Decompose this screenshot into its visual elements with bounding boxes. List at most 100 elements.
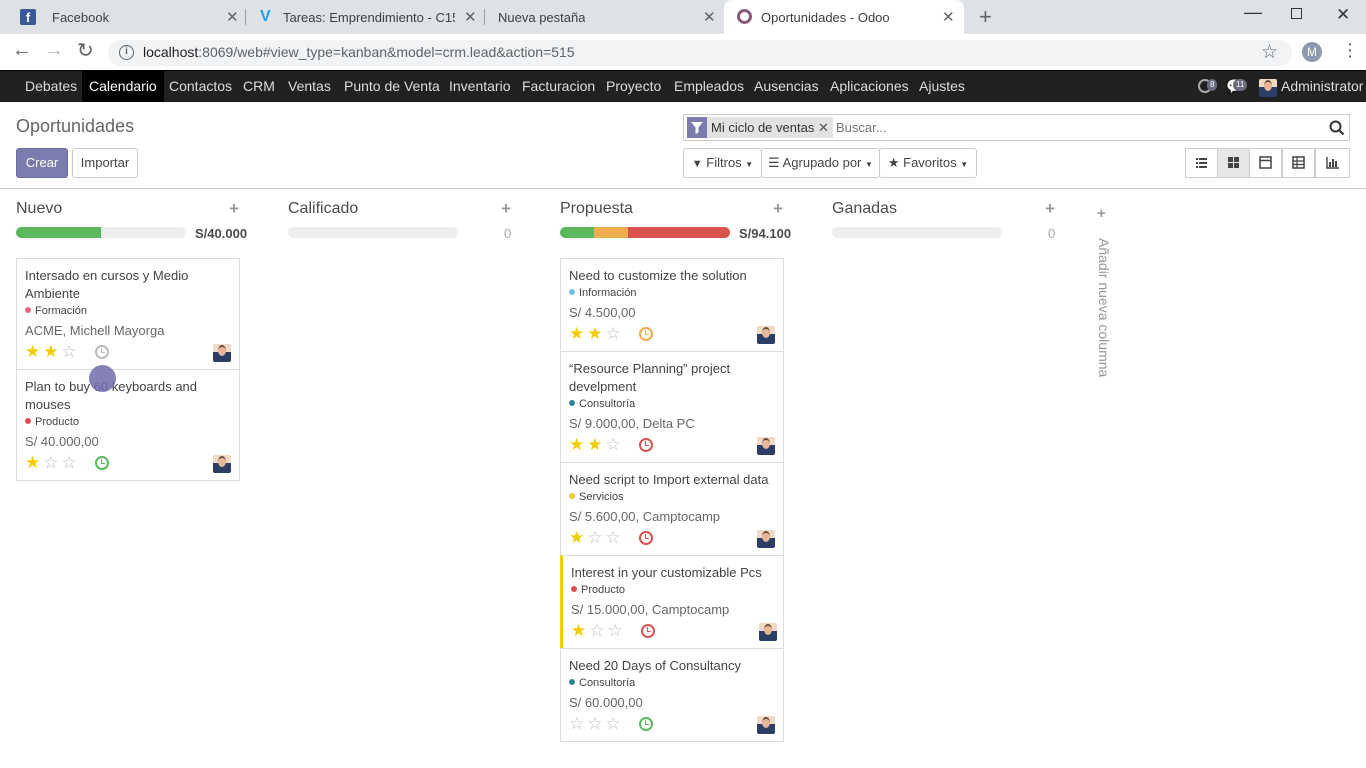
activity-clock-icon[interactable] — [641, 624, 655, 638]
browser-menu-icon[interactable]: ⋮ — [1341, 40, 1359, 60]
priority-star-icon[interactable]: ★ — [43, 342, 61, 361]
browser-tab-facebook[interactable]: f Facebook ✕ — [8, 0, 244, 34]
close-window-icon[interactable]: ✕ — [1336, 5, 1350, 25]
assignee-avatar[interactable] — [757, 716, 775, 734]
add-column-icon[interactable]: + — [1097, 205, 1106, 222]
priority-star-icon[interactable]: ☆ — [608, 621, 626, 640]
menu-ajustes[interactable]: Ajustes — [919, 71, 965, 102]
column-progress-bar[interactable] — [560, 227, 730, 238]
filters-button[interactable]: ▼ Filtros ▼ — [683, 148, 762, 178]
assignee-avatar[interactable] — [213, 455, 231, 473]
back-icon[interactable]: ← — [12, 39, 32, 62]
assignee-avatar[interactable] — [759, 623, 777, 641]
menu-debates[interactable]: Debates — [25, 71, 77, 102]
activity-clock-icon[interactable] — [639, 327, 653, 341]
quick-create-icon[interactable]: + — [773, 199, 783, 219]
column-progress-bar[interactable] — [16, 227, 186, 238]
search-icon[interactable] — [1329, 120, 1345, 136]
priority-star-icon[interactable]: ★ — [25, 342, 43, 361]
close-icon[interactable]: ✕ — [464, 8, 477, 26]
activity-clock-icon[interactable] — [95, 345, 109, 359]
priority-star-icon[interactable]: ★ — [571, 621, 589, 640]
facet-remove-icon[interactable]: ✕ — [818, 117, 829, 138]
menu-crm[interactable]: CRM — [243, 71, 275, 102]
user-avatar[interactable] — [1259, 79, 1277, 97]
kanban-card[interactable]: Need script to Import external data Servi… — [560, 462, 784, 556]
reload-icon[interactable]: ↻ — [77, 38, 94, 63]
user-menu[interactable]: Administrator — [1281, 71, 1363, 102]
profile-avatar[interactable]: M — [1302, 42, 1322, 62]
menu-calendario[interactable]: Calendario — [82, 71, 164, 102]
kanban-card[interactable]: “Resource Planning” project develpment Co… — [560, 351, 784, 463]
priority-star-icon[interactable]: ☆ — [62, 342, 80, 361]
list-view-button[interactable] — [1185, 148, 1218, 178]
priority-star-icon[interactable]: ☆ — [587, 528, 605, 547]
search-facet[interactable]: Mi ciclo de ventas ✕ — [687, 117, 833, 138]
browser-tab-odoo[interactable]: Oportunidades - Odoo ✕ — [724, 0, 964, 34]
import-button[interactable]: Importar — [72, 148, 138, 178]
priority-star-icon[interactable]: ★ — [569, 528, 587, 547]
menu-facturacion[interactable]: Facturacion — [522, 71, 595, 102]
kanban-card[interactable]: Interest in your customizable Pcs Product… — [560, 555, 784, 649]
create-button[interactable]: Crear — [16, 148, 68, 178]
progress-segment[interactable] — [16, 227, 101, 238]
priority-star-icon[interactable]: ☆ — [43, 453, 61, 472]
activity-clock-icon[interactable] — [95, 456, 109, 470]
kanban-card[interactable]: Need 20 Days of Consultancy Consultoría S/… — [560, 648, 784, 742]
assignee-avatar[interactable] — [213, 344, 231, 362]
priority-star-icon[interactable]: ☆ — [606, 324, 624, 343]
browser-tab-nueva[interactable]: Nueva pestaña ✕ — [485, 0, 723, 34]
graph-view-button[interactable] — [1315, 148, 1350, 178]
pivot-view-button[interactable] — [1282, 148, 1315, 178]
activity-clock-icon[interactable] — [639, 438, 653, 452]
bookmark-star-icon[interactable]: ☆ — [1261, 41, 1278, 64]
priority-star-icon[interactable]: ☆ — [587, 714, 605, 733]
menu-empleados[interactable]: Empleados — [674, 71, 744, 102]
priority-star-icon[interactable]: ★ — [587, 324, 605, 343]
minimize-icon[interactable]: — — [1244, 2, 1262, 23]
activity-clock-icon[interactable] — [639, 531, 653, 545]
column-progress-bar[interactable] — [288, 227, 458, 238]
priority-star-icon[interactable]: ★ — [569, 324, 587, 343]
add-column-label[interactable]: Añadir nueva columna — [1096, 238, 1112, 377]
close-icon[interactable]: ✕ — [226, 8, 239, 26]
assignee-avatar[interactable] — [757, 437, 775, 455]
progress-segment[interactable] — [594, 227, 628, 238]
menu-ausencias[interactable]: Ausencias — [754, 71, 819, 102]
quick-create-icon[interactable]: + — [229, 199, 239, 219]
priority-star-icon[interactable]: ★ — [25, 453, 43, 472]
menu-aplicaciones[interactable]: Aplicaciones — [830, 71, 909, 102]
close-icon[interactable]: ✕ — [942, 8, 955, 26]
menu-inventario[interactable]: Inventario — [449, 71, 510, 102]
info-icon[interactable]: i — [119, 45, 134, 60]
restore-icon[interactable] — [1291, 8, 1302, 19]
menu-punto-de-venta[interactable]: Punto de Venta — [344, 71, 440, 102]
quick-create-icon[interactable]: + — [501, 199, 511, 219]
menu-proyecto[interactable]: Proyecto — [606, 71, 661, 102]
menu-ventas[interactable]: Ventas — [288, 71, 331, 102]
priority-star-icon[interactable]: ☆ — [606, 528, 624, 547]
progress-segment[interactable] — [560, 227, 594, 238]
priority-star-icon[interactable]: ☆ — [606, 714, 624, 733]
priority-star-icon[interactable]: ☆ — [569, 714, 587, 733]
assignee-avatar[interactable] — [757, 530, 775, 548]
priority-star-icon[interactable]: ☆ — [62, 453, 80, 472]
groupby-button[interactable]: ☰ Agrupado por ▼ — [761, 148, 880, 178]
favorites-button[interactable]: ★ Favoritos ▼ — [879, 148, 977, 178]
priority-star-icon[interactable]: ☆ — [589, 621, 607, 640]
kanban-card[interactable]: Intersado en cursos y Medio Ambiente Form… — [16, 258, 240, 370]
kanban-view-button[interactable] — [1217, 148, 1250, 178]
progress-segment[interactable] — [628, 227, 730, 238]
assignee-avatar[interactable] — [757, 326, 775, 344]
calendar-view-button[interactable] — [1249, 148, 1282, 178]
quick-create-icon[interactable]: + — [1045, 199, 1055, 219]
forward-icon[interactable]: → — [44, 39, 64, 62]
priority-star-icon[interactable]: ★ — [587, 435, 605, 454]
column-progress-bar[interactable] — [832, 227, 1002, 238]
kanban-card[interactable]: Need to customize the solution Informació… — [560, 258, 784, 352]
kanban-card[interactable]: Plan to buy 60 keyboards and mouses Produ… — [16, 369, 240, 481]
new-tab-icon[interactable]: + — [979, 4, 992, 30]
search-input[interactable] — [836, 117, 1316, 138]
browser-tab-tareas[interactable]: V Tareas: Emprendimiento - C15 6t ✕ — [246, 0, 482, 34]
close-icon[interactable]: ✕ — [703, 8, 716, 26]
